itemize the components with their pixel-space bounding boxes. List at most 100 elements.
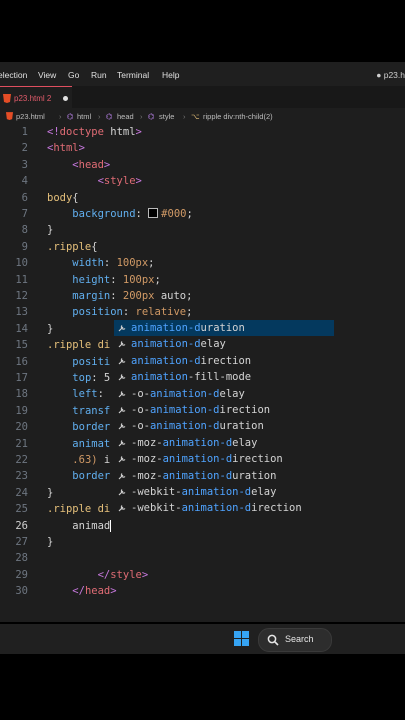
suggestion-prefix: -webkit-: [131, 485, 182, 498]
suggestion-prefix: -moz-: [131, 453, 163, 466]
code-line[interactable]: 9 .ripple{: [0, 239, 405, 255]
suggestion-suffix: irection: [200, 354, 252, 367]
code-token: margin: [72, 290, 111, 302]
code-token: background: [72, 208, 136, 220]
breadcrumb-file[interactable]: p23.html: [16, 112, 45, 121]
code-line[interactable]: 3 <head>: [0, 157, 405, 173]
code-token: 100px: [116, 257, 149, 270]
line-text: positi: [47, 354, 110, 370]
code-token: doctype: [59, 126, 104, 138]
code-line[interactable]: 6 body{: [0, 190, 405, 206]
code-token: height: [72, 273, 111, 286]
suggestion-item[interactable]: -webkit-animation-delay: [114, 484, 334, 500]
code-line[interactable]: 27}: [0, 534, 405, 550]
suggestion-item[interactable]: -webkit-animation-direction: [114, 500, 334, 516]
line-number: 17: [15, 372, 28, 384]
code-line[interactable]: 4 <style>: [0, 173, 405, 189]
breadcrumb-style[interactable]: style: [159, 112, 174, 121]
suggestion-label: -o-animation-duration: [131, 418, 264, 434]
suggestion-label: -o-animation-delay: [131, 386, 245, 402]
suggestion-widget: animation-duration animation-delay animati…: [114, 320, 334, 517]
line-number: 9: [21, 240, 28, 253]
code-token: .63): [72, 454, 98, 466]
suggestion-match: animation-d: [181, 502, 252, 515]
suggestion-suffix: elay: [251, 485, 277, 498]
code-token: :: [110, 273, 123, 286]
code-line[interactable]: 29 </style>: [0, 567, 405, 583]
code-token: style: [103, 175, 136, 188]
suggestion-item[interactable]: animation-fill-mode: [114, 369, 334, 385]
line-text: background: #000;: [47, 206, 193, 222]
code-token: </: [97, 568, 111, 581]
suggestion-item[interactable]: -moz-animation-duration: [114, 468, 334, 484]
menu-go[interactable]: Go: [68, 70, 79, 80]
breadcrumb-html[interactable]: html: [77, 112, 91, 121]
breadcrumb: p23.html › ⌬ html › ⌬ head › ⌬ style › ⌥…: [0, 108, 405, 124]
line-text: body{: [47, 190, 79, 206]
line-number: 2: [21, 142, 28, 155]
code-line[interactable]: 11 height: 100px;: [0, 272, 405, 288]
code-line[interactable]: 2 <html>: [0, 140, 405, 156]
code-line[interactable]: 8}: [0, 222, 405, 238]
suggestion-item[interactable]: -moz-animation-delay: [114, 435, 334, 451]
code-token: border: [72, 421, 111, 434]
tag-icon: ⌬: [148, 112, 155, 121]
suggestion-label: animation-fill-mode: [131, 369, 251, 385]
breadcrumb-head[interactable]: head: [117, 112, 134, 121]
breadcrumb-selector[interactable]: ripple div:nth-child(2): [203, 112, 273, 121]
wrench-icon: [118, 505, 126, 512]
suggestion-label: animation-direction: [131, 353, 251, 369]
suggestion-match: animation-d: [131, 354, 201, 367]
code-line[interactable]: 10 width: 100px;: [0, 255, 405, 271]
code-line[interactable]: 28: [0, 550, 405, 566]
menu-run[interactable]: Run: [91, 70, 107, 80]
code-token: }: [47, 224, 54, 237]
menu-selection[interactable]: election: [0, 70, 27, 80]
code-line[interactable]: 7 background: #000;: [0, 206, 405, 222]
code-line[interactable]: 1 <!doctype html>: [0, 124, 405, 140]
code-token: {: [91, 240, 98, 253]
line-number: 30: [15, 585, 28, 598]
suggestion-item[interactable]: -o-animation-duration: [114, 418, 334, 434]
suggestion-item[interactable]: animation-direction: [114, 353, 334, 369]
menu-terminal[interactable]: Terminal: [117, 70, 149, 80]
taskbar: Search: [0, 624, 405, 654]
menu-view[interactable]: View: [38, 70, 56, 80]
code-line[interactable]: 26 animad: [0, 518, 405, 534]
suggestion-suffix: elay: [219, 387, 245, 400]
suggestion-match: animation-d: [131, 338, 201, 351]
suggestion-item[interactable]: -moz-animation-direction: [114, 451, 334, 467]
vscode-window: election View Go Run Terminal Help ● p23…: [0, 62, 405, 622]
suggestion-match: animation-d: [162, 436, 233, 449]
code-line[interactable]: 13 position: relative;: [0, 304, 405, 320]
suggestion-item[interactable]: animation-delay: [114, 336, 334, 352]
suggestion-item[interactable]: -o-animation-direction: [114, 402, 334, 418]
suggestion-label: -o-animation-direction: [131, 402, 270, 418]
suggestion-item[interactable]: -o-animation-delay: [114, 386, 334, 402]
line-text: width: 100px;: [47, 255, 154, 271]
editor-tab-p23[interactable]: p23.html 2: [0, 86, 72, 109]
suggestion-match: animation-d: [149, 420, 220, 433]
tag-icon: ⌬: [106, 112, 113, 121]
code-token: .ripple di: [47, 339, 111, 352]
line-text: transf: [47, 403, 110, 419]
suggestion-suffix: irection: [232, 453, 283, 466]
windows-logo-icon[interactable]: [234, 631, 250, 647]
html-file-icon: [6, 112, 13, 120]
code-line[interactable]: 30 </head>: [0, 583, 405, 599]
line-number: 15: [15, 339, 28, 352]
taskbar-search-button[interactable]: Search: [258, 628, 332, 652]
code-line[interactable]: 12 margin: 200px auto;: [0, 288, 405, 304]
unsaved-dot-icon[interactable]: [63, 96, 68, 101]
color-swatch-icon[interactable]: [148, 208, 159, 218]
line-number: 3: [21, 158, 28, 171]
suggestion-item[interactable]: animation-duration: [114, 320, 334, 337]
code-token: #000: [161, 208, 187, 220]
menu-help[interactable]: Help: [162, 70, 179, 80]
